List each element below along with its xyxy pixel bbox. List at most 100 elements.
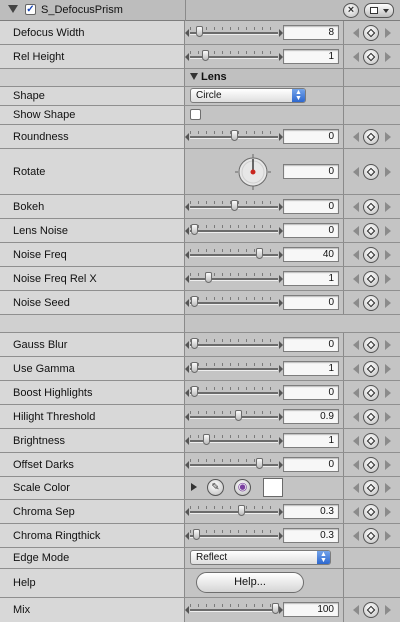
next-keyframe-icon[interactable]	[385, 249, 391, 260]
next-keyframe-icon[interactable]	[385, 387, 391, 398]
slider-thumb[interactable]	[231, 199, 238, 211]
next-keyframe-icon[interactable]	[385, 27, 391, 38]
prev-keyframe-icon[interactable]	[353, 201, 359, 212]
color-swatch[interactable]	[263, 478, 283, 497]
next-keyframe-icon[interactable]	[385, 605, 391, 615]
eyedropper-icon[interactable]: ✎	[207, 479, 224, 496]
rotation-dial[interactable]	[233, 153, 273, 191]
slider-thumb[interactable]	[191, 361, 199, 373]
defocus-width-field[interactable]: 8	[283, 24, 339, 40]
group-header-lens[interactable]: Lens	[0, 69, 400, 86]
keyframe-icon[interactable]	[363, 503, 379, 520]
slider-thumb[interactable]	[191, 295, 199, 307]
next-keyframe-icon[interactable]	[385, 411, 391, 422]
keyframe-control[interactable]	[353, 48, 391, 65]
slider-thumb[interactable]	[193, 528, 201, 540]
next-keyframe-icon[interactable]	[385, 51, 391, 62]
prev-keyframe-icon[interactable]	[353, 411, 359, 422]
keyframe-control[interactable]	[353, 163, 391, 180]
keyframe-icon[interactable]	[363, 408, 379, 425]
next-keyframe-icon[interactable]	[385, 201, 391, 212]
use-gamma-field[interactable]: 1	[283, 360, 339, 376]
help-button[interactable]: Help...	[196, 572, 304, 593]
keyframe-icon[interactable]	[363, 222, 379, 239]
next-keyframe-icon[interactable]	[385, 530, 391, 541]
keyframe-icon[interactable]	[363, 24, 379, 41]
prev-keyframe-icon[interactable]	[353, 459, 359, 470]
keyframe-control[interactable]	[353, 336, 391, 353]
keyframe-control[interactable]	[353, 128, 391, 145]
next-keyframe-icon[interactable]	[385, 225, 391, 236]
keyframe-control[interactable]	[353, 602, 391, 618]
keyframe-control[interactable]	[353, 360, 391, 377]
keyframe-control[interactable]	[353, 408, 391, 425]
bokeh-field[interactable]: 0	[283, 198, 339, 214]
prev-keyframe-icon[interactable]	[353, 363, 359, 374]
slider-thumb[interactable]	[202, 433, 210, 445]
slider-thumb[interactable]	[191, 223, 199, 235]
rotate-field[interactable]: 0	[283, 163, 339, 179]
slider-thumb[interactable]	[201, 49, 209, 61]
noise-freq-field[interactable]: 40	[283, 246, 339, 262]
next-keyframe-icon[interactable]	[385, 459, 391, 470]
keyframe-icon[interactable]	[363, 360, 379, 377]
prev-keyframe-icon[interactable]	[353, 530, 359, 541]
keyframe-control[interactable]	[353, 503, 391, 520]
slider-thumb[interactable]	[204, 271, 212, 283]
filter-enable-checkbox[interactable]: ✓	[25, 4, 36, 15]
next-keyframe-icon[interactable]	[385, 363, 391, 374]
prev-keyframe-icon[interactable]	[353, 483, 359, 493]
keyframe-icon[interactable]	[363, 198, 379, 215]
prev-keyframe-icon[interactable]	[353, 27, 359, 38]
disclosure-triangle-icon[interactable]	[190, 73, 198, 80]
prev-keyframe-icon[interactable]	[353, 387, 359, 398]
keyframe-icon[interactable]	[363, 432, 379, 449]
offset-darks-field[interactable]: 0	[283, 456, 339, 472]
keyframe-icon[interactable]	[363, 270, 379, 287]
noise-seed-field[interactable]: 0	[283, 294, 339, 310]
keyframe-control[interactable]	[353, 456, 391, 473]
prev-keyframe-icon[interactable]	[353, 166, 359, 177]
color-wheel-icon[interactable]: ◉	[234, 479, 251, 496]
chroma-ringthick-field[interactable]: 0.3	[283, 527, 339, 543]
next-keyframe-icon[interactable]	[385, 273, 391, 284]
keyframe-icon[interactable]	[363, 163, 379, 180]
keyframe-control[interactable]	[353, 294, 391, 311]
disclosure-triangle-icon[interactable]	[8, 5, 18, 13]
slider-thumb[interactable]	[255, 457, 263, 469]
noise-freq-rel-x-field[interactable]: 1	[283, 270, 339, 286]
prev-keyframe-icon[interactable]	[353, 297, 359, 308]
keyframe-icon[interactable]	[363, 246, 379, 263]
keyframe-control[interactable]	[353, 198, 391, 215]
next-keyframe-icon[interactable]	[385, 131, 391, 142]
roundness-field[interactable]: 0	[283, 128, 339, 144]
hilight-threshold-field[interactable]: 0.9	[283, 408, 339, 424]
slider-thumb[interactable]	[195, 25, 203, 37]
preset-menu-button[interactable]	[364, 3, 394, 18]
slider-thumb[interactable]	[231, 129, 238, 141]
prev-keyframe-icon[interactable]	[353, 225, 359, 236]
slider-thumb[interactable]	[191, 337, 199, 349]
gauss-blur-field[interactable]: 0	[283, 336, 339, 352]
boost-highlights-field[interactable]: 0	[283, 384, 339, 400]
keyframe-control[interactable]	[353, 246, 391, 263]
next-keyframe-icon[interactable]	[385, 506, 391, 517]
prev-keyframe-icon[interactable]	[353, 339, 359, 350]
next-keyframe-icon[interactable]	[385, 297, 391, 308]
slider-thumb[interactable]	[235, 409, 243, 421]
slider-thumb[interactable]	[255, 247, 263, 259]
prev-keyframe-icon[interactable]	[353, 51, 359, 62]
next-keyframe-icon[interactable]	[385, 483, 391, 493]
mix-field[interactable]: 100	[283, 602, 339, 617]
edge-mode-popup[interactable]: Reflect ▲ ▼	[190, 550, 331, 565]
keyframe-icon[interactable]	[363, 456, 379, 473]
disclosure-triangle-icon[interactable]	[191, 483, 197, 491]
keyframe-control[interactable]	[353, 24, 391, 41]
slider-thumb[interactable]	[238, 504, 246, 516]
reset-icon[interactable]: ×	[343, 3, 359, 18]
keyframe-icon[interactable]	[363, 527, 379, 544]
rel-height-field[interactable]: 1	[283, 48, 339, 64]
keyframe-control[interactable]	[353, 527, 391, 544]
brightness-field[interactable]: 1	[283, 432, 339, 448]
keyframe-control[interactable]	[353, 222, 391, 239]
